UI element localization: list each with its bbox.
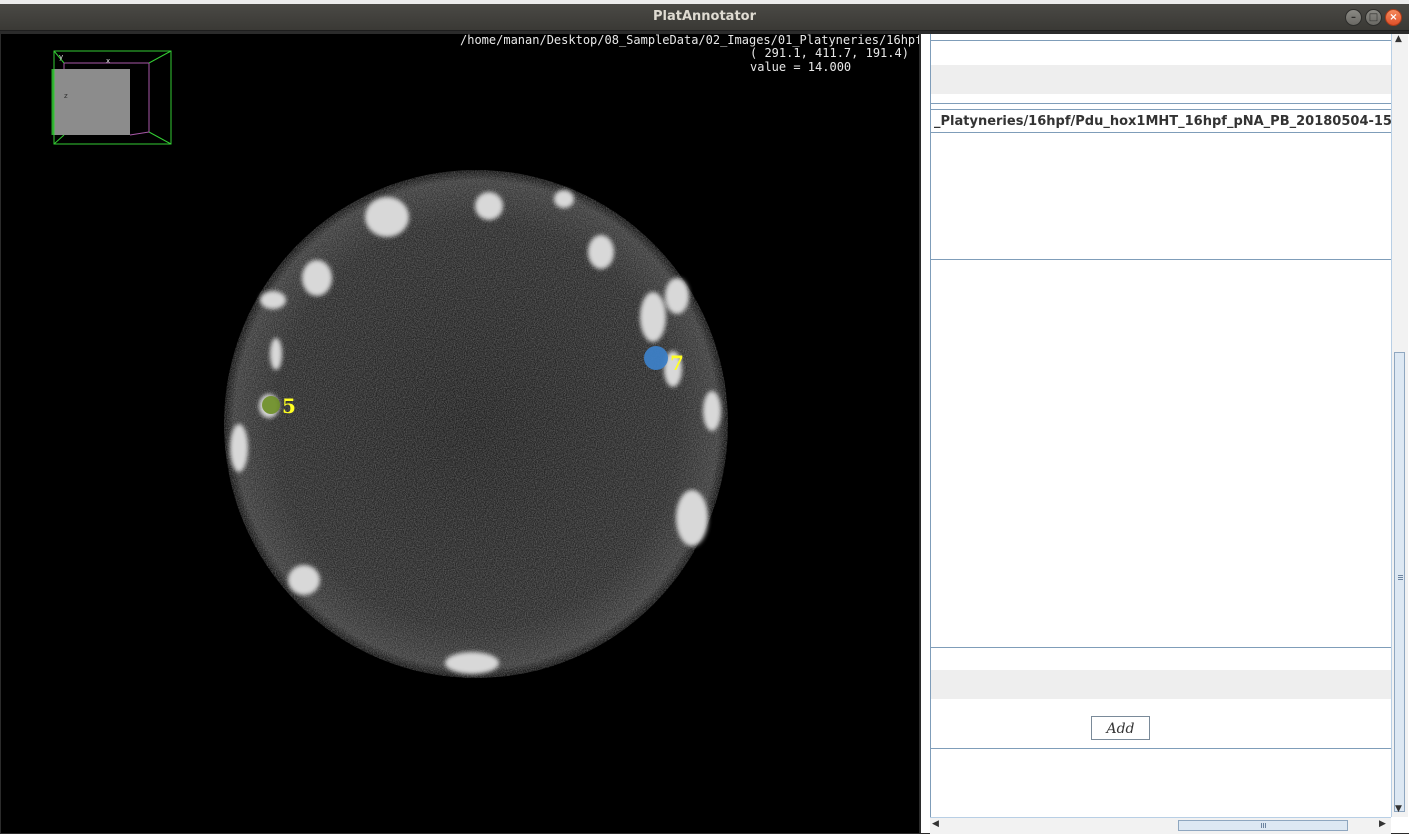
svg-text:z: z	[64, 92, 68, 100]
horizontal-scroll-thumb[interactable]	[1178, 820, 1348, 831]
scroll-up-arrow-icon[interactable]: ▲	[1395, 34, 1402, 44]
marker-5-label: 5	[282, 394, 296, 418]
coordinate-readout: ( 291.1, 411.7, 191.4)	[750, 46, 909, 60]
file-path-label: _Platyneries/16hpf/Pdu_hox1MHT_16hpf_pNA…	[934, 114, 1392, 129]
divider	[931, 748, 1392, 749]
panel-content: _Platyneries/16hpf/Pdu_hox1MHT_16hpf_pNA…	[930, 34, 1392, 817]
marker-7-dot[interactable]	[644, 346, 668, 370]
add-button[interactable]: Add	[1091, 716, 1150, 740]
window-titlebar[interactable]: PlatAnnotator – □ ×	[0, 4, 1409, 31]
marker-5-dot[interactable]	[262, 396, 280, 414]
scroll-left-arrow-icon[interactable]: ◀	[932, 819, 939, 829]
divider	[931, 109, 1392, 110]
marker-7-label: 7	[670, 351, 684, 375]
section-header	[931, 65, 1392, 94]
value-readout: value = 14.000	[750, 60, 852, 74]
scroll-right-arrow-icon[interactable]: ▶	[1379, 819, 1386, 829]
image-stack-viewer[interactable]: y x z /home/manan/Desktop/08_SampleData/…	[1, 34, 919, 833]
vertical-scroll-thumb[interactable]	[1394, 352, 1405, 812]
svg-text:y: y	[59, 53, 63, 61]
divider	[931, 40, 1392, 41]
scroll-down-arrow-icon[interactable]: ▼	[1395, 804, 1402, 814]
maximize-button[interactable]: □	[1365, 9, 1382, 26]
window-title: PlatAnnotator	[652, 9, 757, 24]
divider	[931, 103, 1392, 104]
microscopy-image: y x z	[51, 50, 728, 678]
vertical-scrollbar[interactable]: ▲ ▼	[1391, 34, 1408, 817]
divider	[931, 647, 1392, 648]
section-header	[931, 670, 1392, 699]
minimize-button[interactable]: –	[1345, 9, 1362, 26]
svg-text:x: x	[106, 57, 110, 65]
embryo-noise	[224, 170, 728, 678]
divider	[931, 132, 1392, 133]
divider	[931, 259, 1392, 260]
orientation-cube: y x z	[51, 50, 172, 145]
annotation-panel: _Platyneries/16hpf/Pdu_hox1MHT_16hpf_pNA…	[921, 34, 1409, 834]
close-button[interactable]: ×	[1385, 9, 1402, 26]
horizontal-scrollbar[interactable]: ◀ ▶	[930, 817, 1391, 834]
